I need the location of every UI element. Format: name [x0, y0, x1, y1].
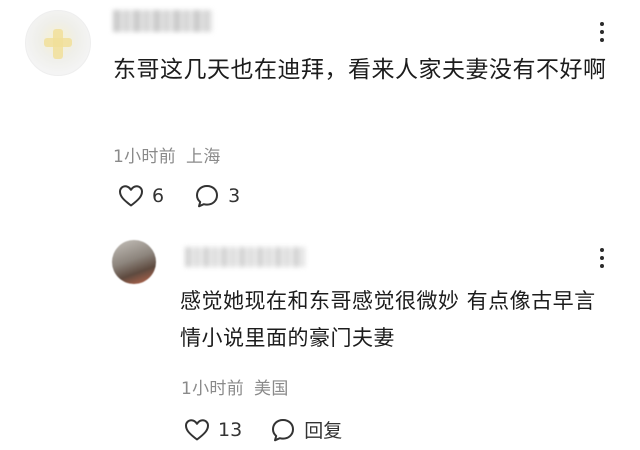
avatar-cross-shape: [44, 38, 72, 47]
comment-text: 东哥这几天也在迪拜，看来人家夫妻没有不好啊: [113, 57, 607, 83]
reply-more-options-icon[interactable]: [599, 248, 605, 274]
avatar[interactable]: [25, 10, 91, 76]
speech-bubble-icon: [194, 183, 220, 209]
heart-icon: [184, 418, 210, 442]
reply-reply-button[interactable]: 回复: [270, 416, 342, 443]
comment-meta: 1小时前 上海: [113, 142, 221, 167]
comment-location: 上海: [186, 147, 221, 167]
like-button[interactable]: 6: [118, 184, 164, 208]
reply-text: 感觉她现在和东哥感觉很微妙 有点像古早言情小说里面的豪门夫妻: [180, 289, 596, 350]
comment-actions: 6 3: [118, 183, 240, 209]
reply-label: 回复: [304, 420, 343, 442]
speech-bubble-icon: [270, 417, 296, 443]
reply-meta: 1小时前 美国: [181, 374, 289, 399]
more-options-icon[interactable]: [599, 22, 605, 48]
comment-thread: 东哥这几天也在迪拜，看来人家夫妻没有不好啊 1小时前 上海 6 3 感觉她现在和…: [0, 0, 640, 450]
username-blurred[interactable]: [113, 10, 213, 32]
reply-avatar[interactable]: [112, 240, 156, 284]
reply-count: 3: [228, 185, 241, 207]
like-count: 6: [152, 185, 165, 207]
reply-location: 美国: [254, 379, 289, 399]
reply-like-count: 13: [218, 418, 243, 441]
reply-time: 1小时前: [181, 379, 245, 399]
reply-username-blurred[interactable]: [185, 247, 305, 267]
reply-actions: 13 回复: [184, 416, 342, 443]
reply-like-button[interactable]: 13: [184, 418, 242, 442]
heart-icon: [118, 184, 144, 208]
comment-time: 1小时前: [113, 147, 177, 167]
reply-button[interactable]: 3: [194, 183, 240, 209]
